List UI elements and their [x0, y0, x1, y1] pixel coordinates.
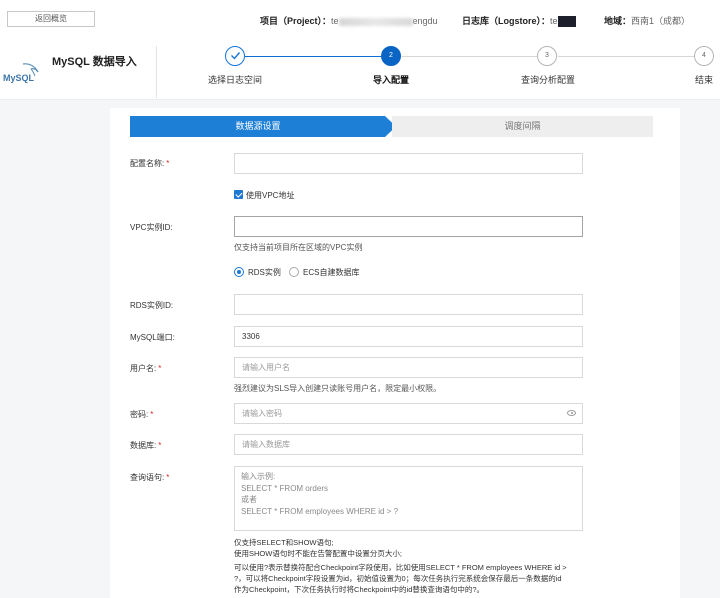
logstore-value-prefix: te [550, 16, 558, 26]
password-input[interactable]: 请输入密码 [234, 403, 583, 424]
step-3-circle: 3 [537, 46, 557, 66]
username-label: 用户名: * [130, 364, 162, 373]
rds-id-label: RDS实例ID: [130, 301, 174, 310]
wizard-header: MySQL MySQL 数据导入 2 3 4 选择日志空间 导入配置 查询分析配… [0, 42, 720, 100]
region-info: 地域：西南1（成都） [604, 14, 690, 27]
region-label: 地域： [604, 16, 632, 26]
logstore-info: 日志库（Logstore）：te [462, 14, 576, 28]
step-4-circle: 4 [694, 46, 714, 66]
port-label: MySQL端口: [130, 333, 175, 342]
use-vpc-checkbox[interactable] [234, 190, 243, 199]
username-placeholder: 请输入用户名 [242, 363, 290, 372]
rds-id-input[interactable] [234, 294, 583, 315]
query-placeholder-line: SELECT * FROM orders [241, 483, 328, 493]
password-placeholder: 请输入密码 [242, 409, 282, 418]
query-placeholder-line: SELECT * FROM employees WHERE id > ? [241, 506, 399, 516]
username-hint: 强烈建议为SLS导入创建只读账号用户名，限定最小权限。 [234, 384, 442, 393]
rds-instance-radio-label: RDS实例 [248, 268, 281, 277]
vpc-id-input[interactable] [234, 216, 583, 237]
ecs-database-radio[interactable] [289, 267, 299, 277]
app-title: MySQL 数据导入 [52, 56, 137, 68]
step-2-circle: 2 [381, 46, 401, 66]
query-note: 使用SHOW语句时不能在告警配置中设置分页大小; [234, 549, 402, 558]
port-input[interactable]: 3306 [234, 326, 583, 347]
rds-instance-radio[interactable] [234, 267, 244, 277]
step-2-label: 导入配置 [372, 75, 410, 85]
config-tabs: 数据源设置 调度间隔 [130, 116, 653, 137]
query-note: 作为Checkpoint，下次任务执行时将Checkpoint中的id替换查询语… [234, 585, 485, 594]
redacted-project [338, 17, 413, 26]
project-value-suffix: engdu [412, 16, 438, 26]
step-4-label: 结束 [694, 75, 714, 85]
top-bar: 返回概览 项目（Project）：te engdu 日志库（Logstore）：t… [0, 0, 720, 42]
step-1-check-icon [225, 46, 245, 66]
redacted-logstore [557, 16, 576, 28]
password-label: 密码: * [130, 410, 154, 419]
username-input[interactable]: 请输入用户名 [234, 357, 583, 378]
query-note: 仅支持SELECT和SHOW语句; [234, 538, 334, 547]
query-placeholder-line: 输入示例: [241, 472, 276, 481]
project-info: 项目（Project）：te engdu [260, 14, 438, 27]
database-placeholder: 请输入数据库 [242, 440, 290, 449]
query-textarea[interactable]: 输入示例: SELECT * FROM orders 或者 SELECT * F… [234, 466, 583, 531]
query-placeholder-line: 或者 [241, 495, 257, 504]
mysql-logo-icon: MySQL [3, 63, 39, 83]
back-to-overview-button[interactable]: 返回概览 [7, 11, 95, 27]
step-connector-3 [558, 56, 695, 57]
eye-icon[interactable] [567, 410, 576, 416]
project-value-prefix: te [331, 16, 339, 26]
step-connector-1 [245, 56, 381, 57]
config-name-input[interactable] [234, 153, 583, 174]
step-connector-2 [402, 56, 537, 57]
step-3-label: 查询分析配置 [520, 75, 576, 85]
query-note: 可以使用?表示替换符配合Checkpoint字段使用，比如使用SELECT * … [234, 563, 567, 572]
logstore-label: 日志库（Logstore）： [462, 16, 551, 26]
vpc-id-label: VPC实例ID: [130, 223, 173, 232]
query-notes: 仅支持SELECT和SHOW语句; 使用SHOW语句时不能在告警配置中设置分页大… [234, 537, 586, 595]
tab-schedule[interactable]: 调度间隔 [392, 116, 653, 137]
query-note: ?，可以将Checkpoint字段设置为id，初始值设置为0；每次任务执行完系统… [234, 574, 562, 583]
project-label: 项目（Project）： [260, 16, 332, 26]
config-name-label: 配置名称: * [130, 159, 170, 168]
vpc-id-hint: 仅支持当前项目所在区域的VPC实例 [234, 243, 363, 252]
tab-data-source[interactable]: 数据源设置 [130, 116, 396, 137]
logo-text: MySQL [3, 73, 35, 83]
query-label: 查询语句: * [130, 473, 170, 482]
ecs-database-radio-label: ECS自建数据库 [303, 268, 360, 277]
database-label: 数据库: * [130, 441, 162, 450]
database-input[interactable]: 请输入数据库 [234, 434, 583, 455]
region-value: 西南1（成都） [631, 16, 691, 26]
use-vpc-label: 使用VPC地址 [246, 191, 295, 200]
step-1-label: 选择日志空间 [207, 75, 263, 85]
header-divider [156, 46, 157, 98]
